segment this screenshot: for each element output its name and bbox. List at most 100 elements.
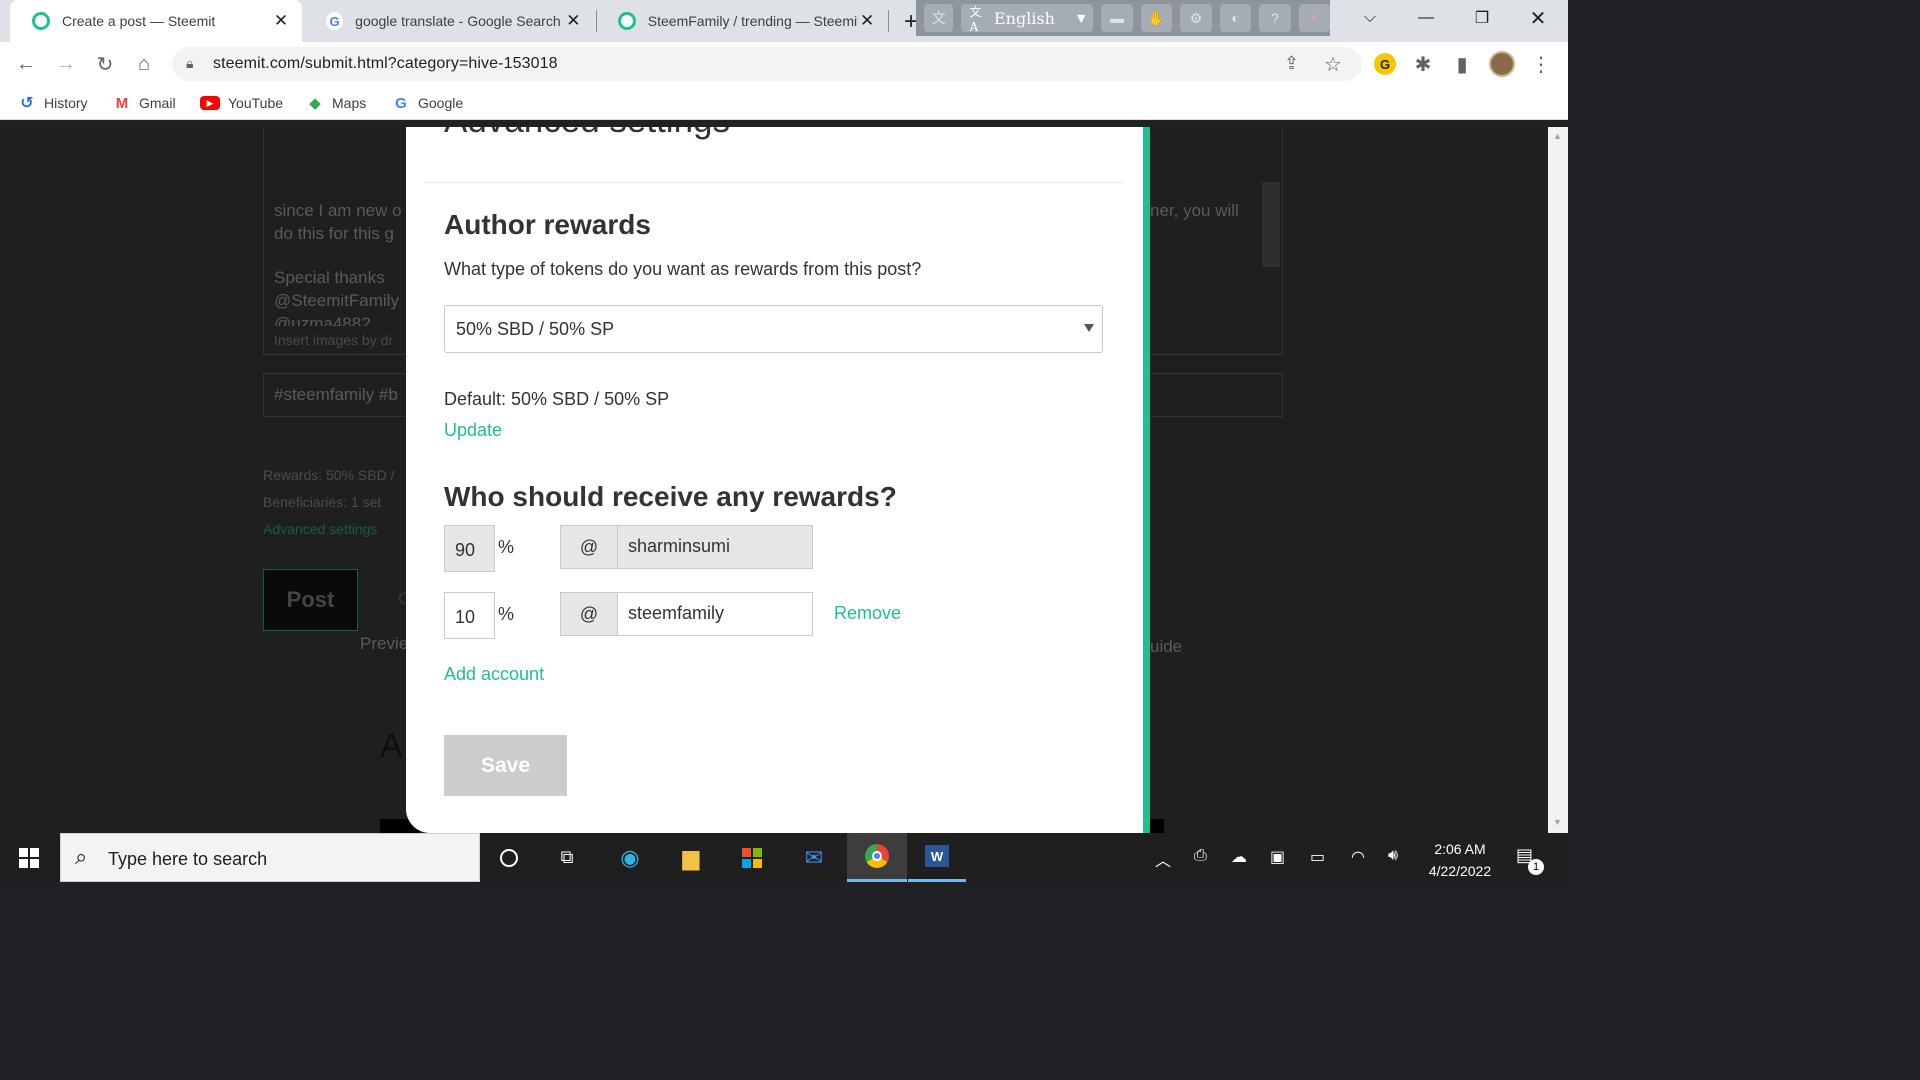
search-placeholder: Type here to search bbox=[108, 849, 268, 869]
extensions-puzzle-icon[interactable]: ✱ bbox=[1409, 50, 1437, 78]
reward-type-selected: 50% SBD / 50% SP bbox=[456, 319, 615, 339]
address-bar[interactable]: 🔒︎ steemit.com/submit.html?category=hive… bbox=[172, 47, 1362, 81]
scroll-up-arrow-icon[interactable]: ▲ bbox=[1553, 131, 1562, 141]
chrome-taskbar-icon[interactable] bbox=[847, 833, 907, 882]
edge-browser-icon[interactable]: ◉ bbox=[601, 833, 659, 882]
bookmark-gmail[interactable]: M Gmail bbox=[113, 92, 176, 114]
task-view-icon[interactable]: ⧉ bbox=[538, 833, 596, 882]
close-tab-icon[interactable]: ✕ bbox=[565, 11, 582, 31]
hand-icon[interactable]: ✋ bbox=[1140, 4, 1173, 32]
more-menu-icon[interactable]: ⋮ bbox=[1527, 50, 1555, 78]
bookmark-maps[interactable]: ◆ Maps bbox=[306, 92, 366, 114]
beneficiary-percent-input[interactable]: 10 bbox=[444, 592, 495, 639]
post-button[interactable]: Post bbox=[263, 569, 358, 631]
tab-search-chevron-icon[interactable]: ⌵ bbox=[1342, 0, 1398, 36]
google-icon: G bbox=[395, 94, 407, 112]
volume-icon[interactable]: 🔊︎ bbox=[1388, 847, 1398, 865]
help-icon[interactable]: ? bbox=[1259, 4, 1291, 32]
tab-separator bbox=[888, 10, 889, 32]
beneficiaries-summary: Beneficiaries: 1 set bbox=[263, 494, 382, 510]
percent-sign: % bbox=[498, 604, 515, 624]
add-account-link[interactable]: Add account bbox=[444, 664, 544, 685]
reward-type-select[interactable]: 50% SBD / 50% SP bbox=[444, 305, 1103, 353]
steemit-favicon-icon bbox=[32, 12, 50, 30]
advanced-settings-link[interactable]: Advanced settings bbox=[263, 521, 377, 537]
minimize-icon[interactable]: — bbox=[1398, 0, 1454, 36]
editor-scrollbar[interactable] bbox=[1262, 182, 1280, 267]
chevron-down-icon: ▼ bbox=[1076, 11, 1086, 25]
clock-time: 2:06 AM bbox=[1434, 841, 1486, 857]
insert-images-hint: Insert images by dr bbox=[274, 332, 394, 348]
tab-steemfamily-trending[interactable]: SteemFamily / trending — Steemit ✕ bbox=[596, 0, 888, 42]
default-reward-text: Default: 50% SBD / 50% SP bbox=[444, 389, 670, 409]
bookmark-history[interactable]: ↺ History bbox=[18, 92, 87, 114]
remove-beneficiary-link[interactable]: Remove bbox=[834, 603, 901, 624]
page-scrollbar[interactable]: ▲ ▼ bbox=[1548, 127, 1568, 833]
browser-toolbar: ← → ↻ ⌂ 🔒︎ steemit.com/submit.html?categ… bbox=[0, 42, 1568, 86]
back-arrow-icon[interactable]: ← bbox=[12, 50, 40, 78]
translate-a-icon: 文A bbox=[969, 4, 982, 34]
dropdown-caret-icon bbox=[1084, 324, 1094, 332]
bookmark-youtube[interactable]: ▶ YouTube bbox=[200, 92, 283, 114]
beneficiary-account-input[interactable]: steemfamily bbox=[617, 592, 813, 636]
settings-gear-icon[interactable]: ⚙ bbox=[1180, 4, 1212, 32]
eraser-icon[interactable]: ▬ bbox=[1101, 4, 1133, 32]
reload-icon[interactable]: ↻ bbox=[91, 50, 119, 78]
steemit-favicon-icon bbox=[618, 12, 636, 30]
close-extension-icon[interactable]: ✕ bbox=[1298, 4, 1330, 32]
show-hidden-icons-chevron-icon[interactable]: ︿ bbox=[1155, 847, 1171, 871]
wifi-icon[interactable]: ◠ bbox=[1351, 847, 1365, 867]
language-selector[interactable]: 文A English ▼ bbox=[961, 4, 1094, 34]
meet-now-icon[interactable]: ⎙ bbox=[1194, 847, 1207, 865]
windows-start-icon[interactable] bbox=[0, 833, 58, 882]
tab-google-translate-search[interactable]: G google translate - Google Search ✕ bbox=[304, 0, 594, 42]
browser-tab-strip: Create a post — Steemit ✕ G google trans… bbox=[0, 0, 1568, 42]
profile-avatar[interactable] bbox=[1489, 51, 1515, 77]
scroll-down-arrow-icon[interactable]: ▼ bbox=[1553, 817, 1562, 827]
google-favicon-icon: G bbox=[326, 12, 344, 30]
author-rewards-heading: Author rewards bbox=[444, 209, 651, 240]
tags-text: #steemfamily #b bbox=[274, 385, 398, 404]
at-sign-addon: @ bbox=[560, 592, 618, 636]
translator-extension-toolbar: 文 文A English ▼ ▬ ✋ ⚙ ◐ ? ✕ bbox=[916, 0, 1330, 36]
at-sign-addon: @ bbox=[560, 525, 618, 569]
tab-title: google translate - Google Search bbox=[355, 13, 561, 29]
home-icon[interactable]: ⌂ bbox=[130, 50, 158, 78]
close-window-icon[interactable]: ✕ bbox=[1510, 0, 1566, 36]
youtube-icon: ▶ bbox=[200, 96, 220, 110]
bookmark-star-icon[interactable]: ☆ bbox=[1324, 52, 1342, 77]
grammarly-extension-icon[interactable]: G bbox=[1374, 53, 1396, 75]
search-icon: ⌕ bbox=[75, 844, 88, 869]
bookmark-google[interactable]: G Google bbox=[392, 92, 463, 114]
system-clock[interactable]: 2:06 AM 4/22/2022 bbox=[1420, 838, 1500, 882]
forward-arrow-icon[interactable]: → bbox=[52, 50, 80, 78]
microsoft-store-icon[interactable] bbox=[723, 833, 781, 882]
translate-logo-icon[interactable]: 文 bbox=[924, 4, 954, 32]
modal-title: Advanced settings bbox=[444, 127, 730, 141]
globe-icon[interactable]: ◐ bbox=[1219, 4, 1252, 32]
tab-create-post[interactable]: Create a post — Steemit ✕ bbox=[10, 0, 302, 42]
preview-heading: A bbox=[380, 727, 403, 765]
side-panel-icon[interactable]: ▮ bbox=[1448, 50, 1476, 78]
save-button[interactable]: Save bbox=[444, 735, 567, 796]
close-tab-icon[interactable]: ✕ bbox=[858, 11, 876, 31]
share-icon[interactable]: ⇪ bbox=[1284, 53, 1299, 74]
preview-label: Previe bbox=[360, 634, 409, 653]
restore-icon[interactable]: ❐ bbox=[1454, 0, 1510, 36]
advanced-settings-modal: Advanced settings Author rewards What ty… bbox=[406, 127, 1143, 833]
taskbar-search-box[interactable]: ⌕ Type here to search bbox=[60, 833, 480, 882]
display-icon[interactable]: ▣ bbox=[1270, 847, 1285, 867]
clock-date: 4/22/2022 bbox=[1428, 863, 1492, 879]
word-icon[interactable]: W bbox=[908, 833, 966, 882]
beneficiary-account-input: sharminsumi bbox=[617, 525, 813, 569]
guide-link[interactable]: uide bbox=[1150, 637, 1182, 657]
file-explorer-icon[interactable]: ▆ bbox=[662, 833, 720, 882]
onedrive-cloud-icon[interactable]: ☁ bbox=[1231, 847, 1247, 867]
close-tab-icon[interactable]: ✕ bbox=[272, 11, 290, 31]
body-text-line: Special thanks bbox=[274, 268, 385, 287]
lock-icon: 🔒︎ bbox=[186, 55, 194, 71]
update-link[interactable]: Update bbox=[444, 420, 502, 441]
battery-icon[interactable]: ▭ bbox=[1310, 847, 1325, 867]
mail-icon[interactable]: ✉ bbox=[785, 833, 843, 882]
cortana-icon[interactable] bbox=[480, 833, 538, 882]
